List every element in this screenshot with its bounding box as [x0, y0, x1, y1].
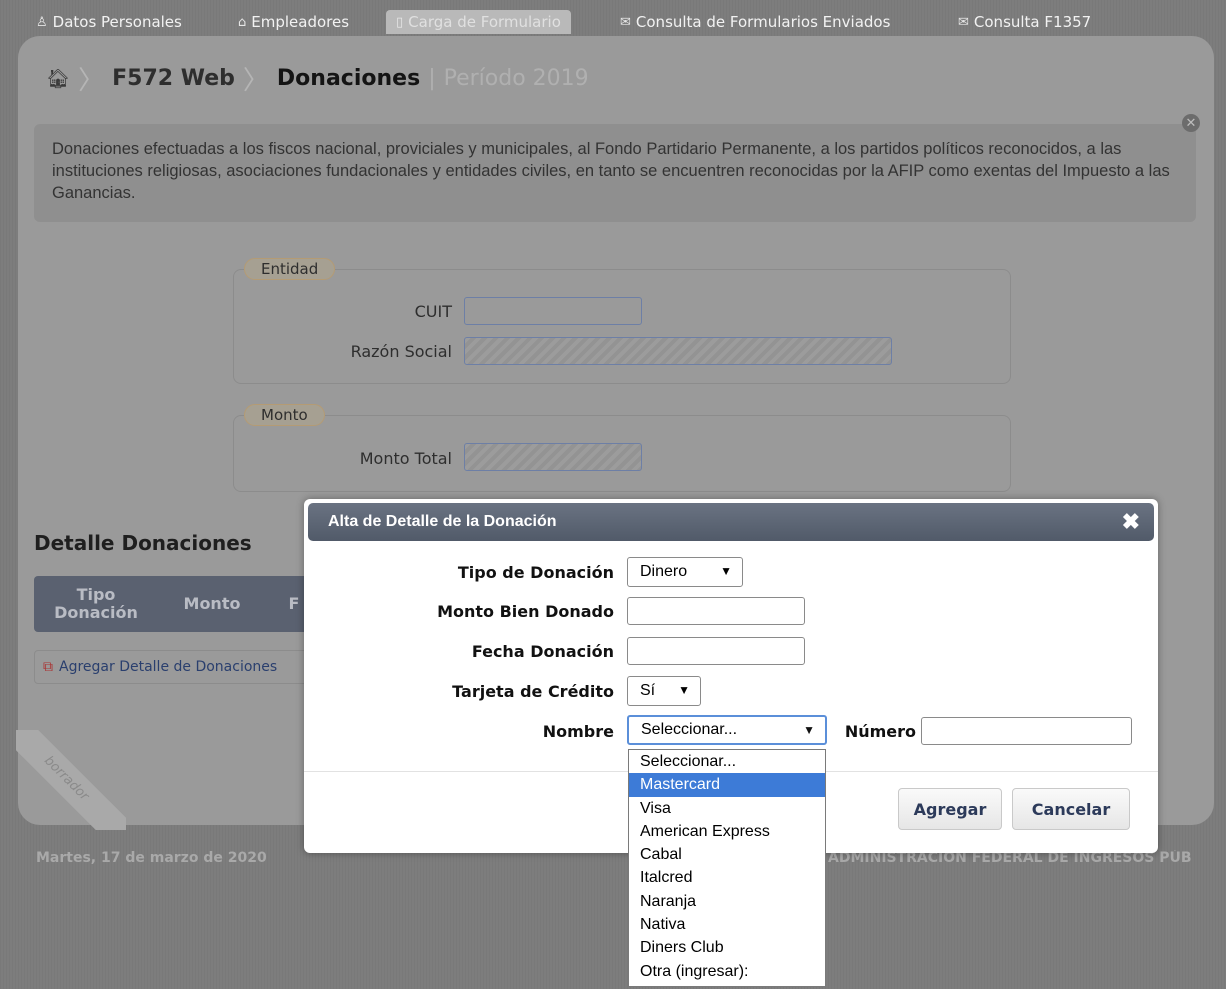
- col-tipo-line1: Tipo: [76, 585, 116, 604]
- monto-legend: Monto: [244, 404, 325, 426]
- envelope-icon: ✉: [620, 14, 631, 30]
- period-label: Período 2019: [443, 65, 589, 91]
- close-icon[interactable]: ✖: [1122, 511, 1140, 533]
- tab-consulta-formularios[interactable]: ✉ Consulta de Formularios Enviados: [620, 10, 890, 34]
- dropdown-option-highlighted[interactable]: Mastercard: [629, 773, 825, 797]
- dropdown-option[interactable]: Diners Club: [629, 936, 825, 959]
- footer-date: Martes, 17 de marzo de 2020: [36, 850, 267, 866]
- tipo-donacion-label: Tipo de Donación: [457, 563, 614, 582]
- dropdown-option[interactable]: Visa: [629, 797, 825, 820]
- title-divider: |: [428, 65, 436, 91]
- monto-total-input: [464, 443, 642, 471]
- tipo-donacion-value: Dinero: [640, 563, 688, 580]
- dropdown-arrow-icon: ▼: [720, 564, 732, 578]
- tipo-donacion-select[interactable]: Dinero ▼: [627, 557, 743, 587]
- nombre-value: Seleccionar...: [641, 721, 738, 738]
- add-detalle-label: Agregar Detalle de Donaciones: [59, 659, 278, 675]
- building-icon: ⌂: [238, 14, 247, 30]
- borrador-ribbon: borrador: [16, 730, 126, 830]
- col-fecha[interactable]: F: [284, 595, 304, 613]
- home-icon[interactable]: 🏠︎: [46, 67, 70, 90]
- tab-carga-de-formulario[interactable]: ▯ Carga de Formulario: [386, 10, 571, 34]
- tarjeta-credito-value: Sí: [640, 682, 656, 699]
- tab-label: Consulta F1357: [973, 13, 1092, 31]
- tab-label: Datos Personales: [52, 13, 182, 31]
- top-nav: ♙ Datos Personales ⌂ Empleadores ▯ Carga…: [0, 0, 1226, 38]
- dropdown-option[interactable]: Cabal: [629, 843, 825, 866]
- agregar-button[interactable]: Agregar: [898, 788, 1002, 830]
- nombre-label: Nombre: [542, 722, 614, 741]
- monto-total-label: Monto Total: [359, 449, 452, 468]
- entidad-legend: Entidad: [244, 258, 336, 280]
- add-window-icon: ⧉: [43, 659, 53, 675]
- info-box: Donaciones efectuadas a los fiscos nacio…: [34, 124, 1196, 222]
- razon-social-label: Razón Social: [350, 342, 452, 361]
- dialog-header: Alta de Detalle de la Donación ✖: [308, 503, 1154, 541]
- dropdown-option[interactable]: Otra (ingresar):: [629, 960, 825, 983]
- dropdown-option[interactable]: American Express: [629, 820, 825, 843]
- dialog-title: Alta de Detalle de la Donación: [328, 513, 557, 530]
- tab-consulta-f1357[interactable]: ✉ Consulta F1357: [958, 10, 1091, 34]
- page-title: Donaciones: [276, 65, 421, 91]
- user-icon: ♙: [36, 14, 48, 30]
- tab-datos-personales[interactable]: ♙ Datos Personales: [36, 10, 182, 34]
- dropdown-option[interactable]: Nativa: [629, 913, 825, 936]
- envelope-icon: ✉: [958, 14, 969, 30]
- fecha-donacion-label: Fecha Donación: [471, 642, 614, 661]
- dropdown-option[interactable]: Naranja: [629, 890, 825, 913]
- dropdown-arrow-icon: ▼: [678, 683, 690, 697]
- dropdown-option[interactable]: Seleccionar...: [629, 750, 825, 773]
- monto-bien-donado-input[interactable]: [627, 597, 805, 625]
- cuit-label: CUIT: [414, 302, 452, 321]
- tab-label: Empleadores: [251, 13, 350, 31]
- add-detalle-link[interactable]: ⧉ Agregar Detalle de Donaciones: [34, 650, 314, 684]
- fecha-donacion-input[interactable]: [627, 637, 805, 665]
- nombre-select[interactable]: Seleccionar... ▼: [627, 715, 827, 745]
- cuit-input[interactable]: [464, 297, 642, 325]
- numero-label: Número: [844, 722, 916, 741]
- dropdown-option[interactable]: Italcred: [629, 866, 825, 889]
- nombre-dropdown-list[interactable]: Seleccionar... Mastercard Visa American …: [628, 749, 826, 987]
- col-monto[interactable]: Monto: [174, 595, 250, 613]
- col-tipo-donacion[interactable]: Tipo Donación: [48, 586, 144, 622]
- detalle-title: Detalle Donaciones: [34, 531, 252, 555]
- detalle-table-header: Tipo Donación Monto F: [34, 576, 314, 632]
- borrador-text: borrador: [16, 730, 126, 830]
- cancelar-button[interactable]: Cancelar: [1012, 788, 1130, 830]
- dropdown-arrow-icon: ▼: [803, 723, 815, 737]
- breadcrumb-separator: 〉: [78, 65, 105, 96]
- close-info-icon[interactable]: ✕: [1182, 114, 1200, 132]
- numero-input[interactable]: [921, 717, 1132, 745]
- document-icon: ▯: [396, 14, 404, 30]
- monto-bien-donado-label: Monto Bien Donado: [437, 602, 614, 621]
- tab-empleadores[interactable]: ⌂ Empleadores: [238, 10, 349, 34]
- tarjeta-credito-select[interactable]: Sí ▼: [627, 676, 701, 706]
- razon-social-input: [464, 337, 892, 365]
- tarjeta-credito-label: Tarjeta de Crédito: [452, 682, 614, 701]
- tab-label: Consulta de Formularios Enviados: [635, 13, 891, 31]
- info-text: Donaciones efectuadas a los fiscos nacio…: [52, 140, 1170, 202]
- tab-label: Carga de Formulario: [408, 13, 561, 31]
- breadcrumb-separator: 〉: [242, 65, 269, 96]
- breadcrumb: 🏠︎ 〉 F572 Web 〉 Donaciones | Período 201…: [46, 63, 589, 96]
- breadcrumb-app[interactable]: F572 Web: [112, 66, 235, 91]
- col-tipo-line2: Donación: [54, 603, 138, 622]
